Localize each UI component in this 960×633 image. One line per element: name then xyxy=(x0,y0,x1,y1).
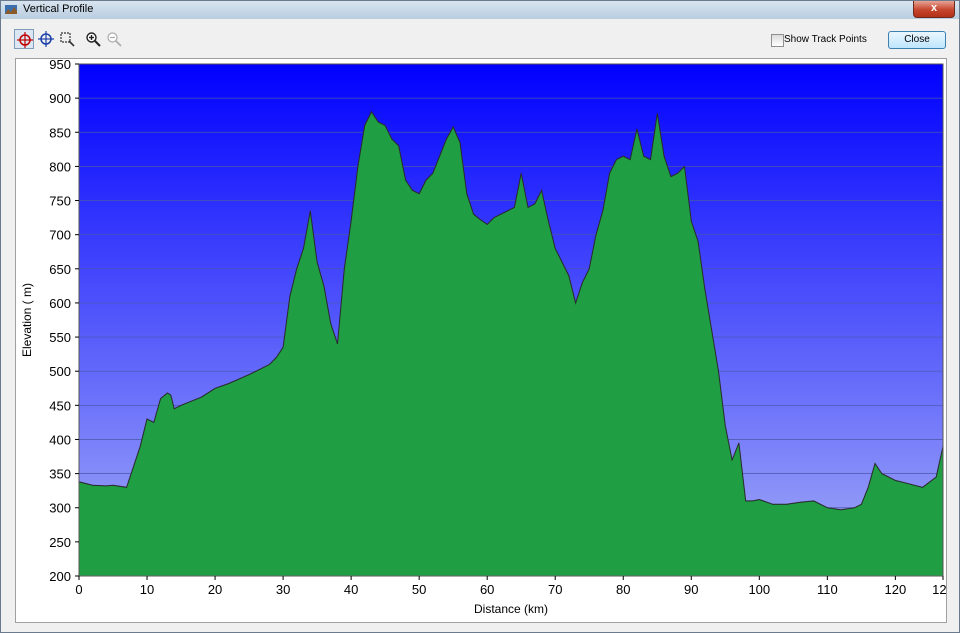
crosshair-select-button[interactable] xyxy=(14,29,34,49)
y-tick-label: 650 xyxy=(49,262,71,277)
x-tick-label: 20 xyxy=(208,582,222,597)
x-tick-label: 0 xyxy=(75,582,82,597)
x-axis-title: Distance (km) xyxy=(474,602,548,616)
crosshair-button[interactable] xyxy=(36,29,56,49)
y-tick-label: 250 xyxy=(49,535,71,550)
y-tick-label: 400 xyxy=(49,432,71,447)
x-tick-label: 100 xyxy=(748,582,770,597)
y-tick-label: 900 xyxy=(49,91,71,106)
y-tick-label: 800 xyxy=(49,159,71,174)
show-track-points-label: Show Track Points xyxy=(784,34,867,45)
zoom-region-button[interactable] xyxy=(57,29,77,49)
y-axis-title: Elevation ( m) xyxy=(20,283,34,357)
show-track-points-checkbox[interactable] xyxy=(771,34,784,47)
elevation-profile-chart[interactable]: 2002503003504004505005506006507007508008… xyxy=(16,59,946,622)
x-tick-label: 60 xyxy=(480,582,494,597)
y-tick-label: 700 xyxy=(49,228,71,243)
x-tick-label: 40 xyxy=(344,582,358,597)
x-tick-label: 80 xyxy=(616,582,630,597)
y-tick-label: 550 xyxy=(49,330,71,345)
y-tick-label: 450 xyxy=(49,398,71,413)
y-tick-label: 200 xyxy=(49,569,71,584)
y-tick-label: 500 xyxy=(49,364,71,379)
y-tick-label: 350 xyxy=(49,467,71,482)
x-tick-label: 70 xyxy=(548,582,562,597)
toolbar: Show Track Points Close xyxy=(1,21,959,57)
app-icon xyxy=(5,3,17,15)
x-tick-label: 50 xyxy=(412,582,426,597)
x-tick-label: 90 xyxy=(684,582,698,597)
zoom-out-button[interactable] xyxy=(104,29,124,49)
y-tick-label: 850 xyxy=(49,125,71,140)
window-close-button[interactable]: x xyxy=(913,1,955,18)
x-tick-label: 30 xyxy=(276,582,290,597)
x-tick-label: 127 xyxy=(932,582,946,597)
window-title: Vertical Profile xyxy=(23,3,94,15)
y-tick-label: 750 xyxy=(49,194,71,209)
x-tick-label: 10 xyxy=(140,582,154,597)
y-tick-label: 600 xyxy=(49,296,71,311)
close-button[interactable]: Close xyxy=(888,31,946,49)
profile-chart-panel: 200 250 300 350 400 450 500 550 600 650 700 750 800 8… xyxy=(15,58,947,623)
y-tick-label: 300 xyxy=(49,501,71,516)
x-tick-label: 110 xyxy=(817,582,838,597)
x-tick-label: 120 xyxy=(885,582,907,597)
y-tick-label: 950 xyxy=(49,59,71,72)
vertical-profile-window: Vertical Profile x Show Track Points Clo… xyxy=(0,0,960,633)
zoom-in-button[interactable] xyxy=(83,29,103,49)
title-bar[interactable]: Vertical Profile x xyxy=(1,1,959,19)
